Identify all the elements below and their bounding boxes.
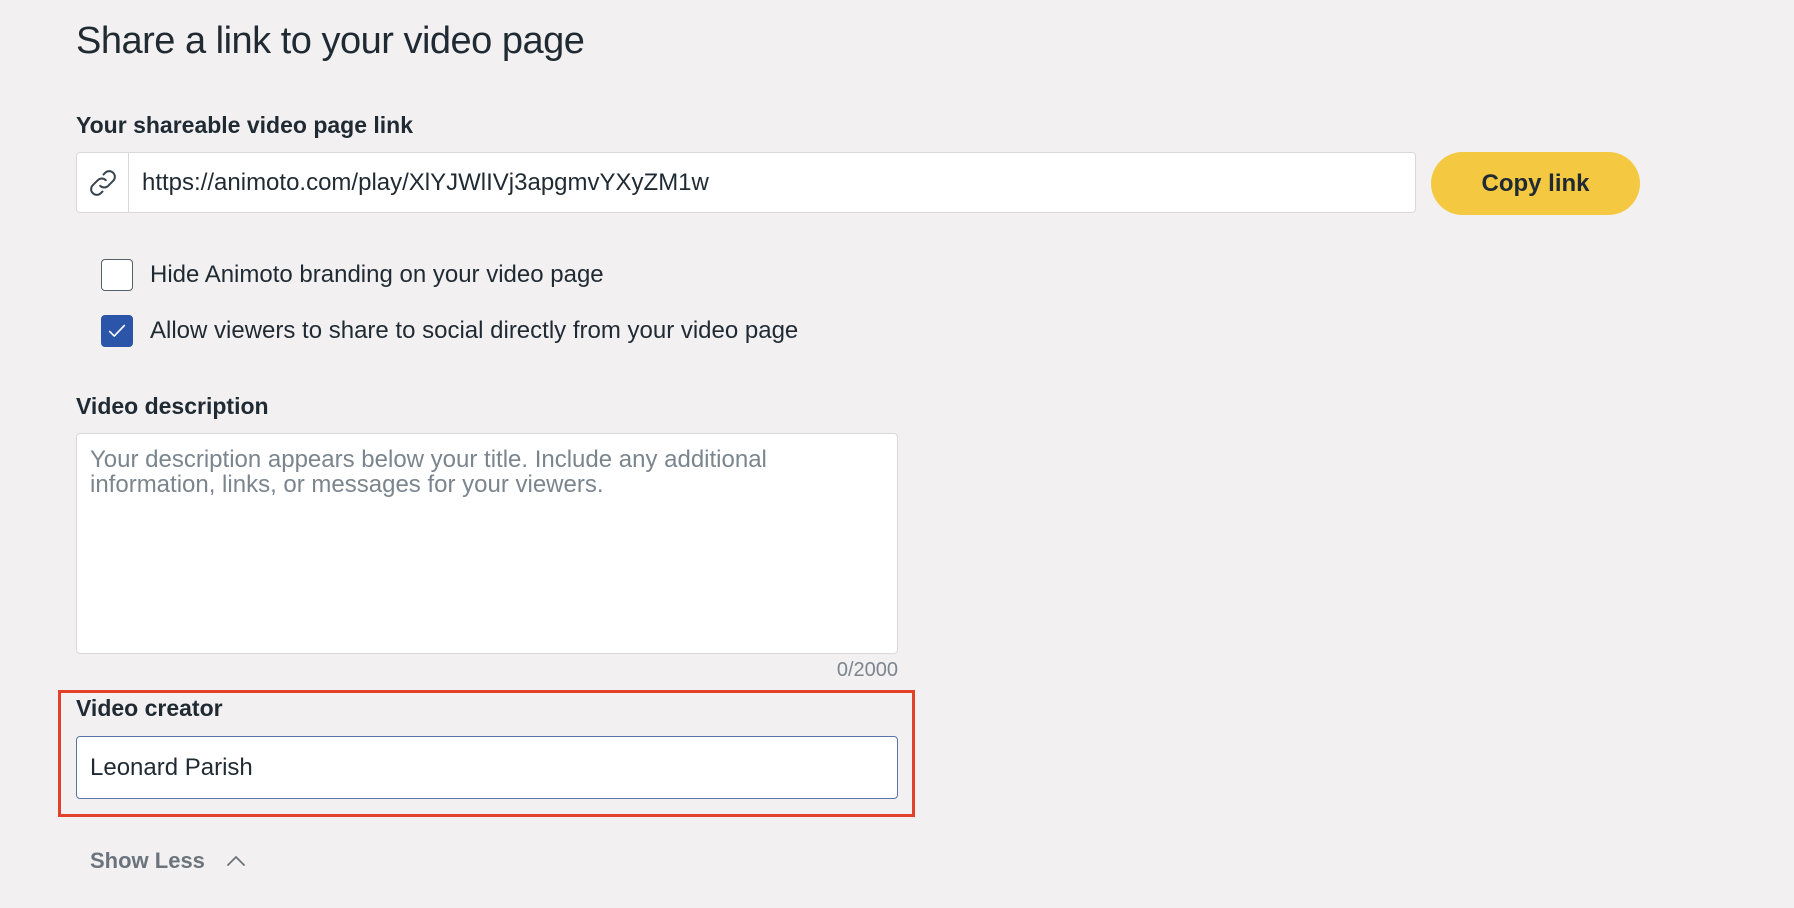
link-icon bbox=[77, 153, 129, 212]
hide-branding-option[interactable]: Hide Animoto branding on your video page bbox=[101, 259, 604, 291]
allow-social-share-label[interactable]: Allow viewers to share to social directl… bbox=[150, 317, 798, 345]
hide-branding-checkbox[interactable] bbox=[101, 259, 133, 291]
shareable-link-url[interactable]: https://animoto.com/play/XlYJWlIVj3apgmv… bbox=[129, 169, 709, 197]
show-less-toggle[interactable]: Show Less bbox=[90, 848, 247, 874]
checkmark-icon bbox=[108, 324, 126, 337]
allow-social-share-checkbox[interactable] bbox=[101, 315, 133, 347]
description-char-count: 0/2000 bbox=[836, 659, 898, 681]
allow-social-share-option[interactable]: Allow viewers to share to social directl… bbox=[101, 315, 798, 347]
show-less-label[interactable]: Show Less bbox=[90, 848, 205, 874]
video-creator-label: Video creator bbox=[76, 695, 223, 721]
copy-link-button[interactable]: Copy link bbox=[1431, 152, 1640, 215]
video-description-textarea[interactable] bbox=[76, 433, 898, 654]
video-creator-input[interactable] bbox=[76, 736, 898, 799]
chevron-up-icon[interactable] bbox=[225, 854, 247, 868]
hide-branding-label[interactable]: Hide Animoto branding on your video page bbox=[150, 261, 604, 289]
shareable-link-field[interactable]: https://animoto.com/play/XlYJWlIVj3apgmv… bbox=[76, 152, 1416, 213]
video-description-label: Video description bbox=[76, 393, 269, 419]
share-settings-page: Share a link to your video page Your sha… bbox=[0, 0, 1794, 908]
shareable-link-label: Your shareable video page link bbox=[76, 112, 414, 138]
page-title: Share a link to your video page bbox=[76, 20, 585, 62]
